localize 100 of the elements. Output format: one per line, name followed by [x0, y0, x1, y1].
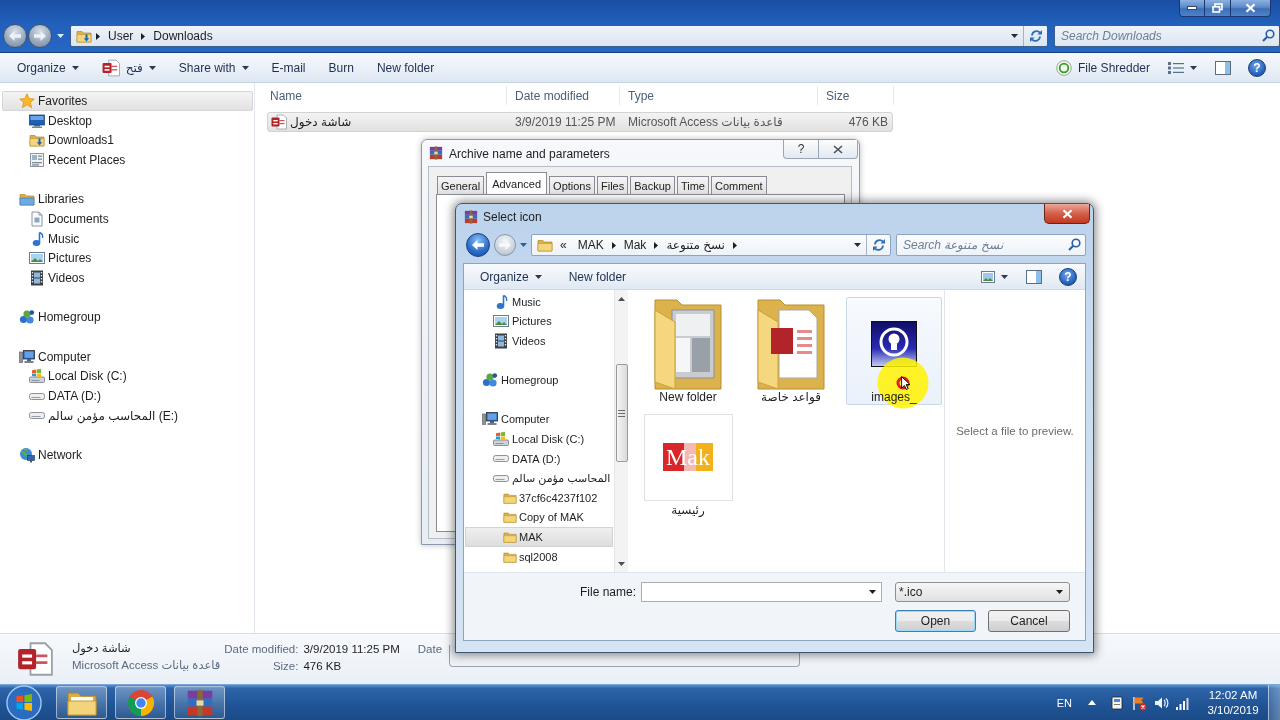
tree-item[interactable]: 37cf6c4237f102: [465, 487, 613, 508]
sidebar-item[interactable]: Recent Places: [2, 150, 253, 170]
breadcrumb-button[interactable]: Downloads: [147, 27, 219, 45]
sidebar-item[interactable]: Homegroup: [2, 307, 253, 328]
tree-item[interactable]: MAK: [465, 527, 613, 547]
property-label: Size:: [272, 659, 299, 672]
toolbar-button[interactable]: Burn: [321, 55, 361, 80]
close-button[interactable]: [1044, 204, 1090, 224]
back-button[interactable]: [466, 233, 490, 257]
monitor-icon: [29, 112, 45, 129]
breadcrumb-button[interactable]: نسخ متنوعة: [660, 236, 731, 254]
refresh-icon: [871, 238, 886, 252]
folder-icon: [503, 510, 517, 525]
forward-button[interactable]: [28, 24, 52, 48]
sidebar-item[interactable]: Pictures: [2, 248, 253, 269]
close-button[interactable]: [1231, 0, 1271, 17]
sidebar-item[interactable]: Desktop: [2, 110, 253, 131]
books-icon: [429, 146, 443, 160]
picture-icon: [29, 250, 45, 267]
breadcrumb-button[interactable]: MAK: [571, 236, 610, 254]
restore-button[interactable]: [1205, 0, 1231, 17]
flag-icon[interactable]: [1131, 694, 1147, 711]
search-field[interactable]: Search نسخ متنوعة: [896, 234, 1086, 256]
sidebar-item[interactable]: Downloads1: [2, 130, 253, 151]
scrollbar-thumb[interactable]: [615, 364, 628, 462]
mouse-pointer-icon: [901, 376, 911, 390]
language-indicator[interactable]: EN: [1056, 696, 1072, 709]
menu-button[interactable]: Organize: [473, 264, 549, 289]
tab[interactable]: Backup: [630, 176, 675, 194]
tab[interactable]: Comment: [711, 176, 767, 194]
menu-button[interactable]: Organize: [10, 55, 86, 80]
tree-item[interactable]: Homegroup: [465, 370, 613, 390]
minimize-button[interactable]: [1179, 0, 1205, 17]
sidebar-item[interactable]: Videos: [2, 268, 253, 288]
taskbar-button[interactable]: [56, 686, 107, 719]
path-overflow-button[interactable]: «: [555, 236, 572, 254]
sidebar-item[interactable]: Documents: [2, 209, 253, 229]
help-button[interactable]: ?: [783, 140, 819, 159]
start-button[interactable]: [4, 685, 44, 720]
taskbar-button[interactable]: [115, 686, 166, 719]
column-header[interactable]: Type: [620, 86, 818, 105]
tree-item[interactable]: Copy of MAK: [465, 507, 613, 528]
secondary-button[interactable]: Cancel: [988, 610, 1070, 632]
menu-button[interactable]: Share with: [171, 55, 256, 80]
badge-icon: [1055, 59, 1072, 76]
tab[interactable]: Options: [549, 176, 595, 194]
tab[interactable]: Time: [676, 176, 709, 194]
address-bar[interactable]: User Downloads: [70, 25, 1048, 47]
tree-item[interactable]: Pictures: [465, 311, 613, 332]
scroll-up-arrow-icon[interactable]: [618, 297, 625, 301]
homegroup-icon: [19, 309, 35, 326]
tree-item[interactable]: المحاسب مؤمن سالم: [465, 468, 613, 488]
table-cell-text: 3/9/2019 11:25 PM: [514, 115, 617, 129]
scrollbar[interactable]: [614, 290, 628, 572]
sidebar-item[interactable]: Computer: [2, 346, 253, 367]
sidebar-item[interactable]: Favorites: [2, 91, 253, 111]
tab[interactable]: General: [437, 176, 485, 194]
tree-item[interactable]: DATA (D:): [465, 448, 613, 469]
toolbar-button[interactable]: E-mail: [264, 55, 313, 80]
sidebar-item[interactable]: DATA (D:): [2, 386, 253, 406]
tab[interactable]: Files: [597, 176, 629, 194]
tree-item[interactable]: sql2008: [465, 546, 613, 567]
tree-item[interactable]: Local Disk (C:): [465, 429, 613, 449]
close-button[interactable]: [819, 140, 858, 159]
tab[interactable]: Advanced: [486, 172, 548, 194]
breadcrumb-button[interactable]: Mak: [617, 236, 653, 254]
forward-arrow-icon: [499, 240, 511, 250]
open-with-button[interactable]: فتح: [94, 55, 163, 80]
back-button[interactable]: [3, 24, 27, 48]
folder-icon: [66, 689, 97, 716]
search-field[interactable]: Search Downloads: [1054, 25, 1280, 47]
tree-item[interactable]: Videos: [465, 331, 613, 351]
sidebar-item[interactable]: المحاسب مؤمن سالم (E:): [2, 406, 253, 426]
column-header[interactable]: Size: [818, 86, 894, 105]
file-item[interactable]: قواعد خاصة: [743, 297, 839, 405]
file-type-dropdown[interactable]: *.ico: [895, 582, 1070, 602]
toolbar-button[interactable]: New folder: [561, 264, 634, 289]
toolbar-button[interactable]: New folder: [369, 55, 442, 80]
scroll-down-arrow-icon[interactable]: [618, 562, 625, 566]
tree-item[interactable]: Computer: [465, 409, 613, 430]
sidebar-item[interactable]: Libraries: [2, 189, 253, 210]
file-item[interactable]: New folder: [640, 297, 736, 405]
sidebar-item[interactable]: Music: [2, 228, 253, 249]
search-icon: [1262, 29, 1275, 42]
database-file-icon: [101, 58, 120, 77]
film-strip-icon: [29, 270, 45, 287]
tree-item[interactable]: Music: [465, 292, 613, 312]
sidebar-item[interactable]: Local Disk (C:): [2, 366, 253, 387]
column-header[interactable]: Name: [262, 86, 507, 105]
column-header[interactable]: Date modified: [507, 86, 620, 105]
show-desktop-button[interactable]: [1268, 685, 1280, 720]
device-icon[interactable]: [1109, 694, 1125, 711]
clock[interactable]: 12:02 AM 3/10/2019: [1198, 687, 1268, 718]
taskbar-button[interactable]: [174, 686, 225, 719]
sidebar-item[interactable]: Network: [2, 445, 253, 466]
breadcrumb-button[interactable]: User: [102, 27, 140, 45]
primary-button[interactable]: Open: [895, 610, 976, 632]
file-name-field[interactable]: [641, 582, 882, 602]
toolbar-button[interactable]: File Shredder: [1048, 55, 1157, 80]
preview-pane-icon: [1026, 269, 1042, 284]
